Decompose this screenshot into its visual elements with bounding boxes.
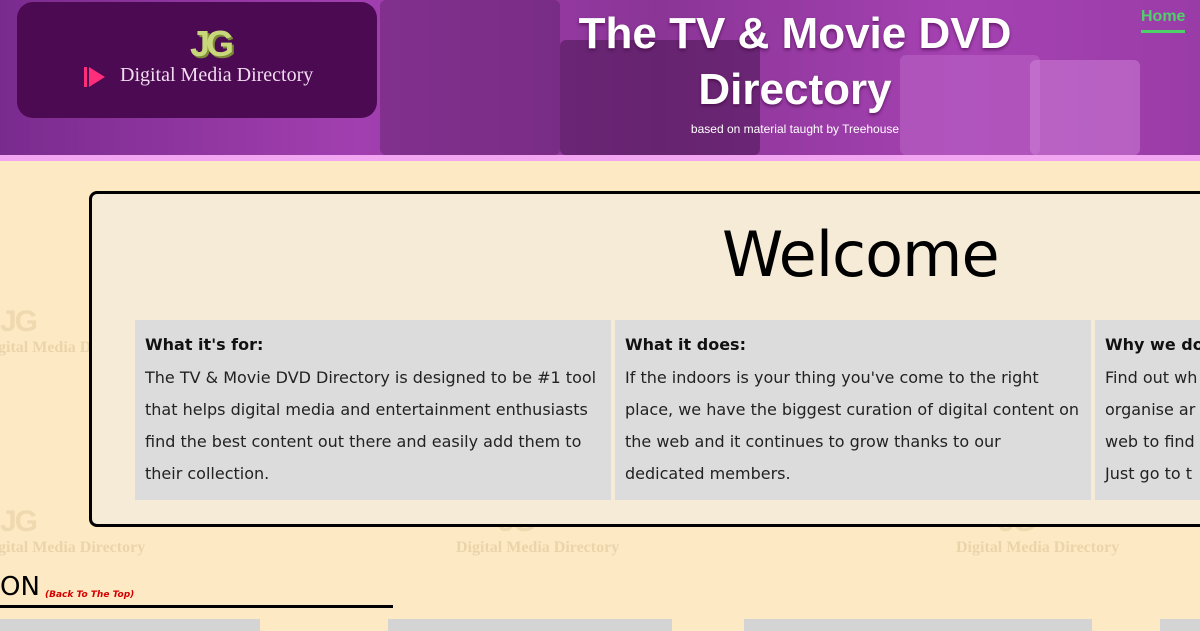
info-column-body: The TV & Movie DVD Directory is designed… — [145, 368, 597, 483]
media-thumbnail[interactable] — [0, 619, 260, 631]
info-column: What it does: If the indoors is your thi… — [615, 320, 1091, 500]
info-column-body: Find out wh organise ar web to find Just… — [1105, 368, 1198, 483]
info-column-heading: What it does: — [625, 335, 746, 354]
watermark-text: Digital Media Directory — [0, 539, 146, 556]
info-columns: What it's for: The TV & Movie DVD Direct… — [135, 320, 1200, 500]
site-logo[interactable]: JG Digital Media Directory — [17, 2, 377, 118]
play-icon — [84, 67, 105, 87]
info-column: What it's for: The TV & Movie DVD Direct… — [135, 320, 611, 500]
nav-home-link[interactable]: Home — [1141, 8, 1186, 33]
header-divider — [0, 155, 1200, 161]
media-thumbnail[interactable] — [1160, 619, 1200, 631]
media-thumbnail[interactable] — [388, 619, 672, 631]
welcome-title: Welcome — [722, 218, 1000, 291]
watermark-text: Digital Media Directory — [456, 539, 620, 556]
info-column-body: If the indoors is your thing you've come… — [625, 368, 1080, 483]
watermark-text: Digital Media Directory — [956, 539, 1120, 556]
info-column-heading: What it's for: — [145, 335, 264, 354]
header-background-collage — [380, 0, 560, 155]
site-subtitle: based on material taught by Treehouse — [690, 122, 900, 136]
section-heading: ON — [0, 572, 40, 602]
back-to-top-link[interactable]: (Back To The Top) — [45, 590, 134, 600]
info-column: Why we do i Find out wh organise ar web … — [1095, 320, 1200, 500]
site-title: The TV & Movie DVD Directory — [578, 9, 1012, 114]
logo-mark: JG — [189, 23, 234, 64]
info-column-heading: Why we do i — [1105, 335, 1200, 354]
welcome-panel: Welcome What it's for: The TV & Movie DV… — [89, 191, 1200, 527]
media-thumbnail[interactable] — [744, 619, 1092, 631]
site-header: JG Digital Media Directory The TV & Movi… — [0, 0, 1200, 155]
header-background-collage — [1030, 60, 1140, 155]
logo-text: Digital Media Directory — [120, 64, 314, 86]
section-underline — [0, 605, 393, 608]
